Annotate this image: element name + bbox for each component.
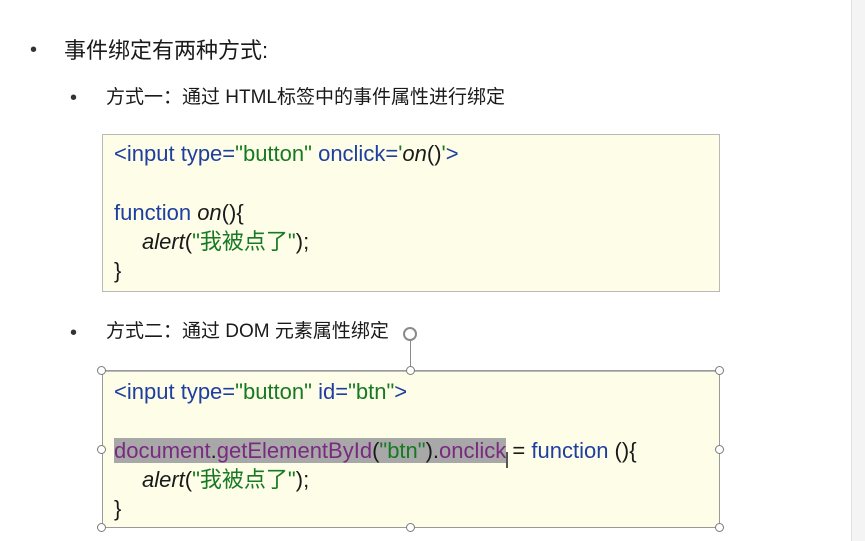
resize-handle-bottom-right[interactable] xyxy=(715,523,724,532)
code-token: "btn" xyxy=(379,438,426,463)
code-token: document xyxy=(114,438,211,463)
code-token: "btn" xyxy=(348,379,395,404)
code-token: ) xyxy=(425,438,433,463)
code-token: "button" xyxy=(235,379,312,404)
right-scrollbar-edge[interactable] xyxy=(851,0,865,541)
code-token: ); xyxy=(295,467,310,492)
code-token: > xyxy=(445,141,459,166)
code-token: on xyxy=(402,141,427,166)
code1-line2: function on(){ xyxy=(114,202,244,224)
code-token: = xyxy=(335,379,349,404)
bullet-heading: • xyxy=(30,39,38,61)
bullet-method1: • xyxy=(70,87,78,109)
resize-handle-bottom-left[interactable] xyxy=(97,523,106,532)
bullet-method2: • xyxy=(70,322,78,344)
code-token: getElementById xyxy=(216,438,373,463)
code-token: = xyxy=(385,141,399,166)
code2-line1: <input type="button" id="btn"> xyxy=(114,381,407,403)
rotate-handle-icon[interactable] xyxy=(403,327,417,341)
code-token: ); xyxy=(295,229,310,254)
resize-handle-top-right[interactable] xyxy=(715,366,724,375)
code-token: onclick xyxy=(318,141,386,166)
code-token: "我被点了" xyxy=(192,229,296,254)
code-token: < xyxy=(114,379,127,404)
method1-title: 方式一：通过 HTML标签中的事件属性进行绑定 xyxy=(106,87,506,108)
code-token: < xyxy=(114,141,127,166)
code-token: id xyxy=(318,379,336,404)
text-cursor xyxy=(506,452,508,468)
code-token: alert xyxy=(142,229,185,254)
code1-line3: alert("我被点了"); xyxy=(142,231,309,253)
code2-line2: document.getElementById("btn").onclick =… xyxy=(114,438,637,463)
code-token: alert xyxy=(142,467,185,492)
code-token: () xyxy=(426,141,442,166)
code-token: = xyxy=(222,141,236,166)
resize-handle-top-left[interactable] xyxy=(97,366,106,375)
code-token: function xyxy=(114,200,192,225)
code-token: function xyxy=(531,438,609,463)
code1-line4: } xyxy=(114,258,122,283)
code-token: = xyxy=(506,438,532,463)
code2-line3: alert("我被点了"); xyxy=(142,469,309,491)
code-token: type xyxy=(180,141,223,166)
resize-handle-top[interactable] xyxy=(406,366,415,375)
code-token: = xyxy=(222,379,236,404)
code-token: > xyxy=(394,379,408,404)
code2-line4: } xyxy=(114,496,122,521)
code-token: onclick xyxy=(439,438,507,463)
slide-heading: 事件绑定有两种方式: xyxy=(64,38,269,63)
code-token: input xyxy=(126,141,175,166)
method2-title: 方式二：通过 DOM 元素属性绑定 xyxy=(106,321,389,342)
code-token: (){ xyxy=(608,438,637,463)
code-token: type xyxy=(180,379,223,404)
code-token: input xyxy=(126,379,175,404)
code-token: on xyxy=(197,200,222,225)
code-token: (){ xyxy=(221,200,244,225)
resize-handle-left[interactable] xyxy=(97,445,106,454)
resize-handle-bottom[interactable] xyxy=(406,523,415,532)
code-token: "我被点了" xyxy=(192,467,296,492)
code1-line1: <input type="button" onclick='on()'> xyxy=(114,143,459,165)
resize-handle-right[interactable] xyxy=(715,445,724,454)
code-token: "button" xyxy=(235,141,312,166)
selected-code-text[interactable]: document.getElementById("btn").onclick xyxy=(114,438,507,463)
